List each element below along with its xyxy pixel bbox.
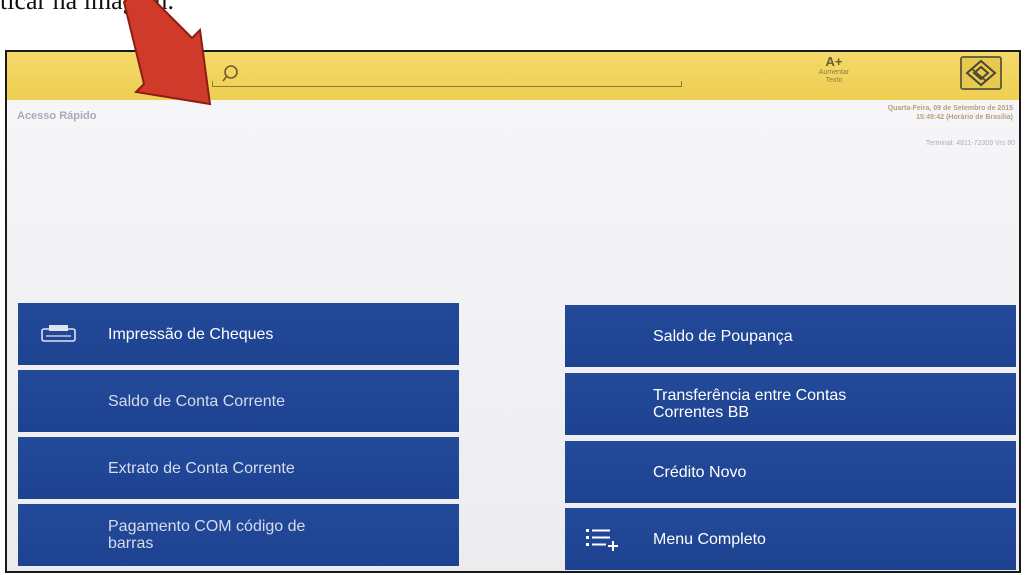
date-time: Quarta-Feira, 09 de Setembro de 2015 15:… bbox=[888, 104, 1013, 122]
menu-saldo-poupanca-label: Saldo de Poupança bbox=[653, 327, 793, 345]
bb-logo-glyph bbox=[965, 59, 997, 87]
terminal-info: Terminal: 4811-72309 Vrs 80 bbox=[925, 140, 1015, 147]
menu-transferencia-label-line-1: Transferência entre Contas bbox=[653, 387, 847, 404]
list-add-icon bbox=[586, 529, 618, 551]
increase-text-button[interactable]: A+ Aumentar Texto bbox=[805, 55, 863, 95]
menu-impressao-cheques-label: Impressão de Cheques bbox=[108, 325, 274, 343]
menu-extrato-conta-corrente-label: Extrato de Conta Corrente bbox=[108, 459, 295, 477]
menu-completo-button[interactable]: Menu Completo bbox=[565, 508, 1016, 570]
menu-pagamento-codigo-barras-button[interactable]: Pagamento COM código de barras bbox=[18, 504, 459, 566]
annotation-arrow-icon bbox=[122, 0, 212, 106]
menu-impressao-cheques-button[interactable]: Impressão de Cheques bbox=[18, 303, 459, 365]
menu-saldo-conta-corrente-label: Saldo de Conta Corrente bbox=[108, 392, 285, 410]
increase-text-label: A+ bbox=[825, 54, 843, 69]
quick-access-title: Acesso Rápido bbox=[17, 110, 97, 122]
menu-pagamento-label-line-2: barras bbox=[108, 535, 154, 552]
menu-transferencia-label: Transferência entre Contas Correntes BB bbox=[653, 387, 846, 421]
menu-pagamento-label-line-1: Pagamento COM código de bbox=[108, 518, 306, 535]
menu-transferencia-label-line-2: Correntes BB bbox=[653, 404, 750, 421]
menu-credito-novo-button[interactable]: Crédito Novo bbox=[565, 441, 1016, 503]
search-icon bbox=[222, 65, 238, 82]
menu-completo-label: Menu Completo bbox=[653, 530, 766, 548]
increase-text-sublabel-1: Aumentar bbox=[818, 69, 850, 76]
menu-credito-novo-label: Crédito Novo bbox=[653, 463, 747, 481]
time-line: 15:49:42 (Horário de Brasília) bbox=[916, 114, 1013, 121]
menu-transferencia-contas-button[interactable]: Transferência entre Contas Correntes BB bbox=[565, 373, 1016, 435]
search-input[interactable] bbox=[248, 65, 672, 85]
atm-screen: A+ Aumentar Texto Acesso Rápido Quarta-F… bbox=[5, 50, 1021, 573]
date-line: Quarta-Feira, 09 de Setembro de 2015 bbox=[887, 105, 1013, 112]
menu-saldo-conta-corrente-button[interactable]: Saldo de Conta Corrente bbox=[18, 370, 459, 432]
menu-extrato-conta-corrente-button[interactable]: Extrato de Conta Corrente bbox=[18, 437, 459, 499]
increase-text-sublabel-2: Texto bbox=[825, 77, 843, 84]
menu-saldo-poupanca-button[interactable]: Saldo de Poupança bbox=[565, 305, 1016, 367]
search-field[interactable] bbox=[212, 64, 682, 87]
menu-pagamento-label: Pagamento COM código de barras bbox=[108, 518, 305, 552]
check-printer-icon bbox=[41, 325, 76, 342]
bb-logo-icon bbox=[960, 56, 1002, 90]
